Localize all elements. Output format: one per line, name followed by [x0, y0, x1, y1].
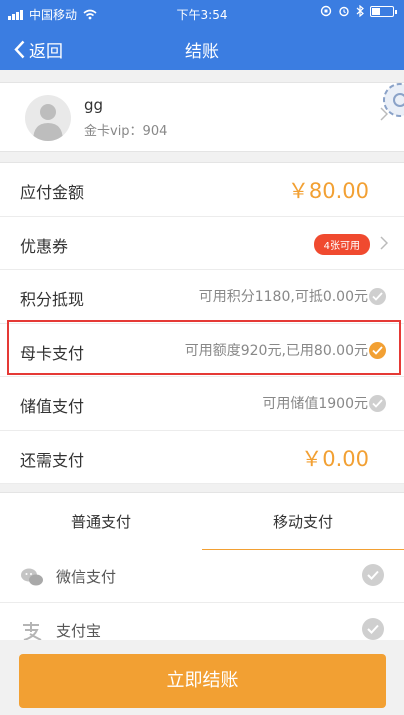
status-bar: 中国移动 下午3:54 [0, 0, 404, 26]
highlight-box [7, 320, 401, 375]
remaining-value: ￥0.00 [301, 446, 369, 471]
user-silhouette-icon [33, 104, 63, 141]
nav-bar: 返回 结账 [0, 26, 404, 70]
points-value: 可用积分1180,可抵0.00元 [198, 289, 368, 305]
row-coupon[interactable]: 优惠券 4张可用 [0, 217, 404, 270]
avatar [25, 95, 71, 141]
remaining-label: 还需支付 [20, 450, 85, 470]
coupon-badge: 4张可用 [313, 233, 370, 255]
page-title: 结账 [185, 42, 219, 62]
row-points[interactable]: 积分抵现 可用积分1180,可抵0.00元 [0, 270, 404, 324]
user-name: gg [84, 96, 104, 114]
stored-value-value: 可用储值1900元 [262, 396, 368, 412]
stored-value-label: 储值支付 [20, 397, 85, 416]
stored-value-check-icon[interactable] [369, 395, 386, 412]
row-stored-value[interactable]: 储值支付 可用储值1900元 [0, 377, 404, 431]
alipay-label: 支付宝 [56, 622, 102, 640]
tab-mobile-payment[interactable]: 移动支付 [202, 493, 404, 551]
alipay-check-icon[interactable] [362, 618, 384, 640]
payment-tabs: 普通支付 移动支付 [0, 492, 404, 551]
payment-wechat[interactable]: 微信支付 [0, 550, 404, 603]
wechat-check-icon[interactable] [362, 564, 384, 586]
coupon-label: 优惠券 [20, 236, 69, 256]
amount-due-value: ￥80.00 [287, 179, 369, 203]
row-amount-due: 应付金额 ￥80.00 [0, 163, 404, 217]
tab-normal-payment[interactable]: 普通支付 [0, 493, 202, 551]
alarm-icon [339, 6, 349, 17]
checkout-button[interactable]: 立即结账 [19, 654, 386, 708]
row-remaining: 还需支付 ￥0.00 [0, 431, 404, 484]
user-card[interactable]: gg 金卡vip：904 [0, 82, 404, 152]
wechat-icon [21, 568, 43, 586]
points-check-icon[interactable] [369, 288, 386, 305]
points-label: 积分抵现 [20, 290, 85, 309]
alipay-icon [23, 622, 42, 641]
wechat-label: 微信支付 [56, 568, 117, 586]
battery-icon [370, 5, 397, 17]
vip-info: 金卡vip：904 [84, 124, 168, 139]
amount-due-label: 应付金额 [20, 183, 85, 202]
bluetooth-icon [356, 5, 364, 17]
floating-gear-icon[interactable] [378, 78, 404, 122]
orientation-lock-icon [320, 5, 332, 17]
footer: 立即结账 [0, 640, 404, 715]
chevron-right-icon [380, 235, 388, 250]
